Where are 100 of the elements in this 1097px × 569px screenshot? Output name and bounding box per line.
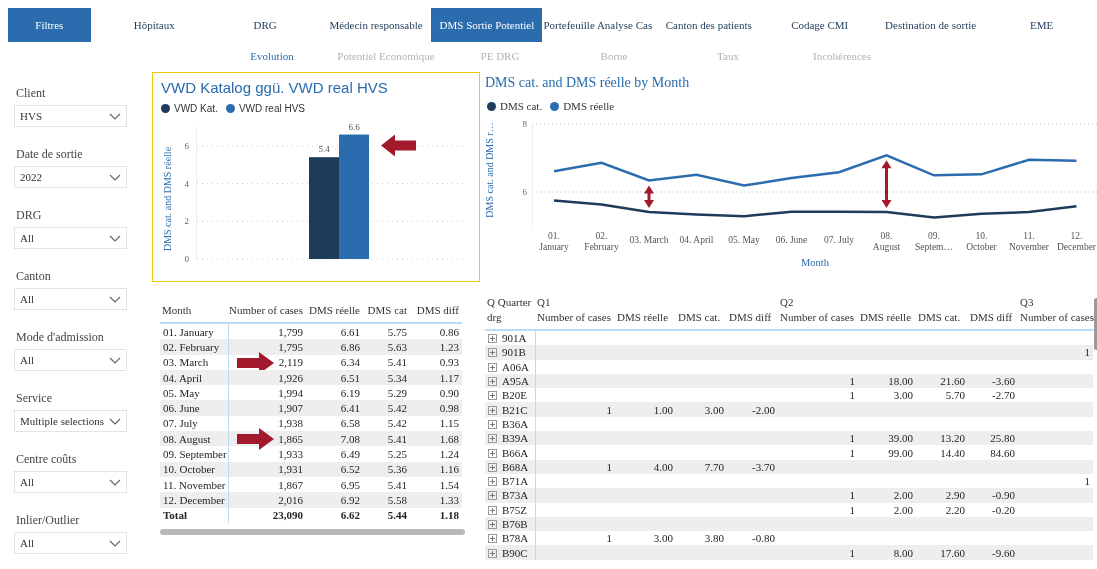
column-header: DMS réelle [615,295,676,330]
table-cell: 5.41 [387,432,407,445]
table-cell: 2.90 [945,489,965,502]
expand-icon[interactable] [488,505,497,515]
table-cell: 1 [849,375,855,388]
expand-icon[interactable] [488,405,497,415]
nav-tab[interactable]: Destination de sortie [875,8,987,42]
table-cell: B71A [488,475,529,488]
nav-tab[interactable]: Canton des patients [653,8,765,42]
filter-label: Inlier/Outlier [15,513,81,526]
nav-tab[interactable]: Médecin responsable [320,8,432,42]
table-cell: 08. August [160,431,228,447]
filter-dropdown[interactable]: All [14,471,127,493]
table-cell: 0.93 [439,356,459,369]
filter-dropdown[interactable]: All [14,227,127,249]
table-cell: A95A [488,375,529,388]
column-header: DMS diff [968,295,1018,330]
expand-icon[interactable] [488,462,497,472]
table-cell: 17.60 [940,546,965,559]
table-cell: 1 [849,503,855,516]
table-cell: -0.20 [992,503,1015,516]
table-cell: 03. March [160,354,228,370]
filter-dropdown[interactable]: All [14,349,127,371]
axis-tick-label: 6 [184,140,189,151]
filter-label: Mode d'admission [15,330,105,343]
nav-tab[interactable]: Portefeuille Analyse Cas [542,8,654,42]
table-cell: 18.00 [888,375,913,388]
table-cell: -3.60 [992,375,1015,388]
expand-icon[interactable] [488,419,497,429]
table-cell: 1,795 [278,340,303,353]
filter-dropdown[interactable]: 2022 [14,166,127,188]
chevron-down-icon [109,356,121,364]
column-header: DMS diff [410,304,462,323]
table-cell: 1.16 [439,463,459,476]
chevron-down-icon [109,173,121,181]
table-cell: 3.00 [653,532,673,545]
column-header: Q2 Number of cases [778,295,858,330]
filter-dropdown[interactable]: HVS [14,105,127,127]
nav-tab[interactable]: DRG [209,8,321,42]
expand-icon[interactable] [488,362,497,372]
table-cell: -0.80 [752,532,775,545]
expand-icon[interactable] [488,548,497,558]
expand-icon[interactable] [488,520,497,529]
table-cell: -2.70 [992,389,1015,402]
expand-icon[interactable] [488,334,497,344]
table-cell: 1 [849,389,855,402]
axis-tick-label: 01. January [539,231,569,252]
table-cell: 3.00 [704,403,724,416]
nav-tab[interactable]: Filtres [8,8,91,42]
table-cell: -9.60 [992,546,1015,559]
table-cell: 1 [849,432,855,445]
nav-tab[interactable]: DMS Sortie Potentiel [431,8,543,42]
axis-tick-label: 04. April [679,235,714,245]
table-cell: 1,931 [278,463,303,476]
page-tab[interactable]: Evolution [215,48,329,64]
table-cell: B36A [488,417,529,430]
axis-tick-label: 03. March [629,235,669,245]
table-cell: 5.25 [387,448,407,460]
column-header: DMS réelle [858,295,916,330]
table-cell: 5.34 [387,371,407,384]
filter-dropdown[interactable]: Multiple selections [14,410,127,432]
table-cell: 1.00 [653,403,673,416]
filter-label: Client [15,86,47,99]
table-cell: 1,994 [278,386,303,399]
table-cell: 4.00 [653,460,673,473]
expand-icon[interactable] [488,491,497,501]
scrollbar[interactable] [160,528,465,535]
table-cell: 0.98 [439,402,459,415]
column-header: DMS cat [363,304,410,323]
expand-icon[interactable] [488,477,497,487]
column-header: DMS cat. [916,295,968,330]
nav-tab[interactable]: Hôpitaux [98,8,210,42]
table-cell: 2.00 [893,503,913,516]
expand-icon[interactable] [488,391,497,401]
table-cell: 1 [606,403,612,416]
table-cell: 2.00 [893,489,913,502]
filter-dropdown[interactable]: All [14,532,127,554]
double-arrow-icon [881,160,892,209]
table-cell: 1,799 [278,325,303,338]
expand-icon[interactable] [488,434,497,444]
table-cell: 6.19 [340,386,360,399]
table-cell: B73A [488,489,529,502]
table-cell: 5.41 [387,478,407,491]
nav-tab[interactable]: EME [986,8,1097,42]
table-cell: 1.15 [439,417,459,430]
data-label: 6.6 [348,121,360,132]
expand-icon[interactable] [488,534,497,544]
table-cell: 6.51 [340,371,360,384]
table-cell: 09. September [160,446,228,462]
expand-icon[interactable] [488,348,497,358]
table-cell: 0.90 [439,386,459,399]
filter-dropdown[interactable]: All [14,288,127,310]
legend-label: DMS cat. [500,100,543,112]
table-cell: 8.00 [893,546,913,559]
table-cell: 6.34 [340,356,360,369]
expand-icon[interactable] [488,448,497,458]
axis-title: Month [801,257,829,268]
expand-icon[interactable] [488,377,497,387]
nav-tab[interactable]: Codage CMI [764,8,876,42]
table-cell: 1,867 [278,478,303,491]
